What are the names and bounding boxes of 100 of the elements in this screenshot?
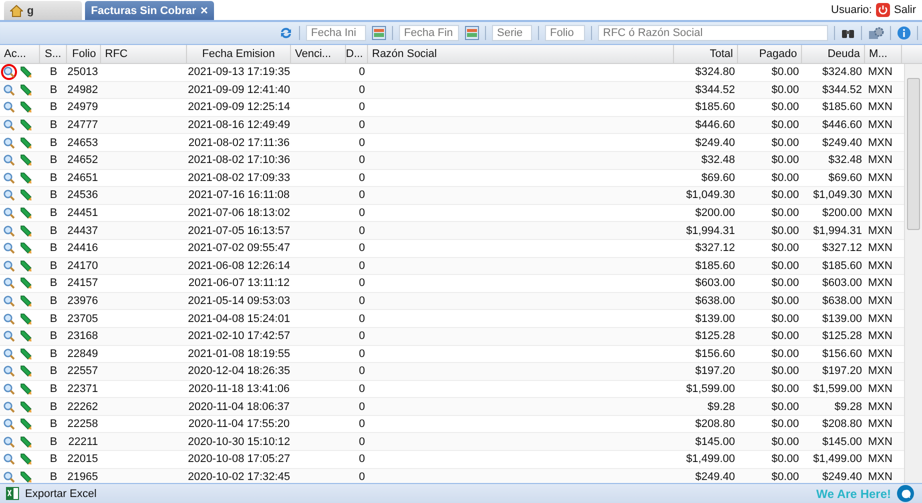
column-header[interactable]: S... <box>40 45 67 63</box>
close-icon[interactable]: ✕ <box>200 4 208 16</box>
pencil-icon[interactable] <box>20 207 32 220</box>
filter-field[interactable]: Serie <box>492 25 532 41</box>
pencil-icon[interactable] <box>20 136 32 149</box>
pencil-icon[interactable] <box>20 348 32 360</box>
table-cell-text: 2020-10-08 17:05:27 <box>187 452 291 468</box>
calendar-icon[interactable] <box>465 26 479 40</box>
pencil-icon[interactable] <box>20 172 32 184</box>
pencil-icon[interactable] <box>20 436 32 448</box>
table-cell-text: MXN <box>867 65 894 80</box>
table-cell-text: $125.28 <box>821 329 863 344</box>
magnifier-icon[interactable] <box>3 330 15 342</box>
table-cell-text: $0.00 <box>770 136 800 151</box>
table-cell-text: $208.80 <box>694 417 736 432</box>
magnifier-icon[interactable] <box>3 154 15 166</box>
table-cell-text: 0 <box>358 417 366 432</box>
pencil-icon[interactable] <box>20 66 32 78</box>
table-cell-text: 0 <box>358 470 366 485</box>
power-icon[interactable] <box>876 3 890 17</box>
magnifier-icon[interactable] <box>3 101 15 114</box>
magnifier-icon[interactable] <box>3 277 15 290</box>
pencil-icon[interactable] <box>20 260 32 272</box>
logout-link[interactable]: Salir <box>894 4 916 16</box>
calendar-icon[interactable] <box>372 26 386 40</box>
column-header[interactable]: Total <box>674 45 738 63</box>
pencil-icon[interactable] <box>20 277 32 290</box>
filter-field[interactable]: Fecha Fin <box>399 25 459 41</box>
table-cell-text: $197.20 <box>821 364 863 380</box>
magnifier-icon[interactable] <box>3 453 15 466</box>
table-cell-text: $249.40 <box>821 136 863 151</box>
pencil-icon[interactable] <box>20 189 32 202</box>
info-icon[interactable] <box>897 26 911 40</box>
magnifier-icon[interactable] <box>3 136 15 149</box>
magnifier-icon[interactable] <box>3 470 15 483</box>
table-cell-text: $638.00 <box>694 294 736 310</box>
magnifier-icon[interactable] <box>3 66 15 78</box>
table-cell-text: $0.00 <box>770 312 800 327</box>
magnifier-icon[interactable] <box>3 260 15 272</box>
column-header[interactable]: Venci... <box>291 45 346 63</box>
magnifier-icon[interactable] <box>3 207 15 220</box>
magnifier-icon[interactable] <box>3 312 15 325</box>
column-header[interactable]: M... <box>865 45 902 63</box>
table-cell-text: $0.00 <box>770 434 800 450</box>
column-header[interactable]: Ac... <box>0 45 40 63</box>
pencil-icon[interactable] <box>20 154 32 166</box>
pencil-icon[interactable] <box>20 224 32 237</box>
magnifier-icon[interactable] <box>3 436 15 448</box>
table-cell-text: 0 <box>358 346 366 362</box>
filter-field[interactable]: Fecha Ini <box>306 25 366 41</box>
table-cell-text: $1,499.00 <box>685 452 736 468</box>
magnifier-icon[interactable] <box>3 84 15 96</box>
magnifier-icon[interactable] <box>3 400 15 413</box>
magnifier-icon[interactable] <box>3 242 15 254</box>
table-cell-text: $327.12 <box>694 241 736 256</box>
magnifier-icon[interactable] <box>3 189 15 202</box>
pencil-icon[interactable] <box>20 330 32 342</box>
pencil-icon[interactable] <box>20 418 32 430</box>
magnifier-icon[interactable] <box>3 365 15 378</box>
magnifier-icon[interactable] <box>3 418 15 430</box>
column-header[interactable]: RFC <box>101 45 187 63</box>
column-header[interactable]: Pagado <box>738 45 802 63</box>
magnifier-icon[interactable] <box>3 348 15 360</box>
table-cell-text: B <box>48 346 58 362</box>
table-cell-text: 2020-11-04 18:06:37 <box>187 400 291 415</box>
pencil-icon[interactable] <box>20 312 32 325</box>
column-header[interactable]: Folio <box>67 45 101 63</box>
magnifier-icon[interactable] <box>3 224 15 237</box>
column-header[interactable]: Fecha Emision <box>187 45 291 63</box>
tab[interactable]: Facturas Sin Cobrar ✕ <box>85 1 214 20</box>
pencil-icon[interactable] <box>20 453 32 466</box>
pencil-icon[interactable] <box>20 365 32 378</box>
pencil-icon[interactable] <box>20 119 32 132</box>
tab[interactable]: g <box>4 1 82 20</box>
binoculars-icon[interactable] <box>841 27 855 39</box>
magnifier-icon[interactable] <box>3 119 15 132</box>
export-excel-link[interactable]: Exportar Excel <box>25 488 97 500</box>
filter-field[interactable]: RFC ó Razón Social <box>598 25 828 41</box>
scrollbar[interactable] <box>904 64 922 483</box>
pencil-icon[interactable] <box>20 84 32 96</box>
column-header[interactable]: Razón Social <box>368 45 674 63</box>
pencil-icon[interactable] <box>20 382 32 395</box>
pencil-icon[interactable] <box>20 470 32 483</box>
pencil-icon[interactable] <box>20 400 32 413</box>
pencil-icon[interactable] <box>20 295 32 308</box>
refresh-icon[interactable] <box>279 26 293 40</box>
pencil-icon[interactable] <box>20 242 32 254</box>
filter-field[interactable]: Folio <box>545 25 585 41</box>
column-header[interactable]: Deuda <box>802 45 865 63</box>
pencil-icon[interactable] <box>20 101 32 114</box>
magnifier-icon[interactable] <box>3 295 15 308</box>
table-cell-text: B <box>48 82 58 98</box>
column-header[interactable]: D... <box>346 45 368 63</box>
magnifier-icon[interactable] <box>3 172 15 184</box>
magnifier-icon[interactable] <box>3 382 15 395</box>
table-cell-text: 0 <box>358 294 366 310</box>
table-cell-text: 0 <box>358 65 366 80</box>
table-cell-text: $0.00 <box>770 364 800 380</box>
chat-button[interactable] <box>897 485 914 502</box>
table-cell-text: 0 <box>358 452 366 468</box>
